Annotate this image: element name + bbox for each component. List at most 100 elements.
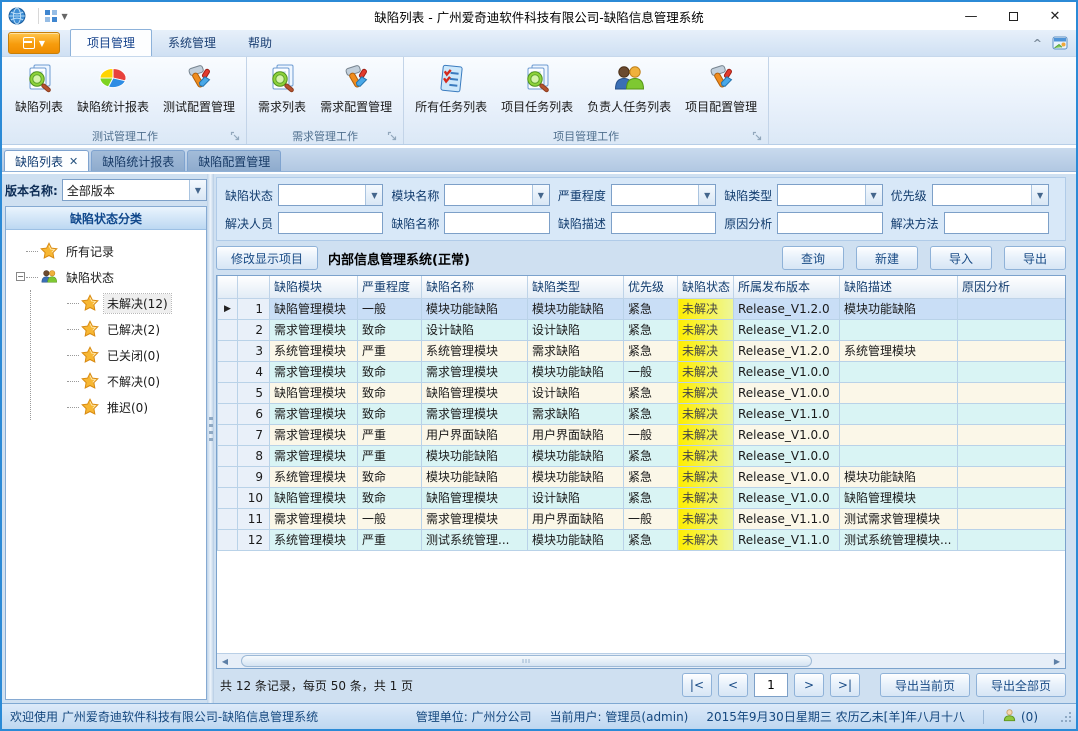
row-selector-cell[interactable] — [218, 487, 238, 508]
cell[interactable]: 未解决 — [678, 487, 734, 508]
cell[interactable]: 模块功能缺陷 — [528, 445, 624, 466]
table-row[interactable]: 5缺陷管理模块致命缺陷管理模块设计缺陷紧急未解决Release_V1.0.0 — [218, 382, 1066, 403]
first-page-button[interactable]: |< — [682, 673, 712, 697]
cell[interactable] — [840, 319, 958, 340]
cell[interactable]: Release_V1.0.0 — [734, 382, 840, 403]
cell[interactable]: 系统管理模块 — [270, 529, 358, 550]
expander-icon[interactable]: − — [16, 272, 25, 281]
modify-columns-button[interactable]: 修改显示项目 — [216, 246, 318, 270]
row-selector-cell[interactable] — [218, 466, 238, 487]
page-number-input[interactable] — [754, 673, 788, 697]
table-row[interactable]: 11需求管理模块一般需求管理模块用户界面缺陷一般未解决Release_V1.1.… — [218, 508, 1066, 529]
ribbon-button-project-config[interactable]: 项目配置管理 — [678, 59, 764, 117]
cell[interactable]: Release_V1.1.0 — [734, 403, 840, 424]
cell[interactable]: 模块功能缺陷 — [840, 298, 958, 319]
ribbon-button-owner-task-list[interactable]: 负责人任务列表 — [580, 59, 678, 117]
row-selector-cell[interactable] — [218, 508, 238, 529]
column-header[interactable]: 严重程度 — [358, 276, 422, 298]
cell[interactable]: 致命 — [358, 382, 422, 403]
cell[interactable]: 模块功能缺陷 — [528, 529, 624, 550]
version-select[interactable]: 全部版本 ▼ — [62, 179, 207, 201]
cell[interactable] — [958, 319, 1066, 340]
filter-solution-input[interactable] — [944, 212, 1049, 234]
cell[interactable]: 未解决 — [678, 298, 734, 319]
filter-severity-select[interactable]: ▼ — [611, 184, 716, 206]
cell[interactable]: 缺陷管理模块 — [422, 487, 528, 508]
cell[interactable] — [840, 403, 958, 424]
column-header[interactable]: 缺陷类型 — [528, 276, 624, 298]
cell[interactable]: 紧急 — [624, 487, 678, 508]
chevron-down-icon[interactable]: ▼ — [189, 180, 206, 200]
tree-item-defect-status[interactable]: −缺陷状态 — [16, 264, 202, 290]
doc-tab-defect-list[interactable]: 缺陷列表✕ — [4, 150, 89, 171]
cell[interactable]: 需求缺陷 — [528, 403, 624, 424]
ribbon-tab-help[interactable]: 帮助 — [232, 30, 288, 56]
cell[interactable]: 一般 — [358, 508, 422, 529]
tree-item-wontfix[interactable]: 不解决(0) — [31, 368, 202, 394]
scroll-left-icon[interactable]: ◀ — [217, 654, 233, 668]
column-header[interactable]: 缺陷状态 — [678, 276, 734, 298]
filter-defect-name-input[interactable] — [444, 212, 549, 234]
cell[interactable] — [958, 445, 1066, 466]
chevron-down-icon[interactable]: ▼ — [1031, 185, 1048, 205]
cell[interactable]: 设计缺陷 — [528, 487, 624, 508]
filter-defect-type-select[interactable]: ▼ — [777, 184, 882, 206]
cell[interactable]: 致命 — [358, 319, 422, 340]
cell[interactable]: 致命 — [358, 487, 422, 508]
current-row-arrow-icon[interactable]: ▶ — [218, 298, 238, 319]
dialog-launcher-icon[interactable] — [752, 131, 763, 142]
close-button[interactable]: ✕ — [1034, 2, 1076, 30]
table-row[interactable]: 12系统管理模块严重测试系统管理...模块功能缺陷紧急未解决Release_V1… — [218, 529, 1066, 550]
table-row[interactable]: 7需求管理模块严重用户界面缺陷用户界面缺陷一般未解决Release_V1.0.0 — [218, 424, 1066, 445]
cell[interactable]: 需求管理模块 — [270, 445, 358, 466]
horizontal-scrollbar[interactable]: ◀ ▶ — [217, 653, 1065, 668]
cell[interactable]: Release_V1.0.0 — [734, 445, 840, 466]
cell[interactable]: 系统管理模块 — [270, 466, 358, 487]
cell[interactable]: Release_V1.0.0 — [734, 424, 840, 445]
cell[interactable]: 缺陷管理模块 — [840, 487, 958, 508]
cell[interactable]: 设计缺陷 — [528, 382, 624, 403]
row-selector-cell[interactable] — [218, 340, 238, 361]
cell[interactable] — [958, 529, 1066, 550]
cell[interactable] — [958, 298, 1066, 319]
ribbon-tab-system-management[interactable]: 系统管理 — [152, 30, 232, 56]
export-all-pages-button[interactable]: 导出全部页 — [976, 673, 1066, 697]
column-header[interactable]: 缺陷模块 — [270, 276, 358, 298]
cell[interactable]: 一般 — [358, 298, 422, 319]
cell[interactable]: Release_V1.1.0 — [734, 508, 840, 529]
ribbon-button-defect-list[interactable]: 缺陷列表 — [8, 59, 70, 117]
cell[interactable]: Release_V1.0.0 — [734, 466, 840, 487]
cell[interactable]: Release_V1.0.0 — [734, 361, 840, 382]
last-page-button[interactable]: >| — [830, 673, 860, 697]
cell[interactable]: 用户界面缺陷 — [528, 508, 624, 529]
ribbon-button-defect-report[interactable]: 缺陷统计报表 — [70, 59, 156, 117]
cell[interactable]: 紧急 — [624, 403, 678, 424]
cell[interactable] — [958, 508, 1066, 529]
cell[interactable] — [958, 403, 1066, 424]
resize-grip[interactable] — [1060, 711, 1072, 723]
cell[interactable]: Release_V1.2.0 — [734, 298, 840, 319]
cell[interactable]: 用户界面缺陷 — [528, 424, 624, 445]
import-button[interactable]: 导入 — [930, 246, 992, 270]
filter-resolver-input[interactable] — [278, 212, 383, 234]
maximize-button[interactable] — [992, 2, 1034, 30]
cell[interactable]: 需求管理模块 — [270, 424, 358, 445]
column-header[interactable]: 原因分析 — [958, 276, 1066, 298]
cell[interactable]: 未解决 — [678, 382, 734, 403]
row-selector-cell[interactable] — [218, 361, 238, 382]
table-row[interactable]: ▶1缺陷管理模块一般模块功能缺陷模块功能缺陷紧急未解决Release_V1.2.… — [218, 298, 1066, 319]
cell[interactable]: 一般 — [624, 424, 678, 445]
cell[interactable]: 需求管理模块 — [270, 403, 358, 424]
cell[interactable]: 模块功能缺陷 — [840, 466, 958, 487]
table-row[interactable]: 2需求管理模块致命设计缺陷设计缺陷紧急未解决Release_V1.2.0 — [218, 319, 1066, 340]
cell[interactable]: 需求管理模块 — [422, 403, 528, 424]
column-header[interactable]: 所属发布版本 — [734, 276, 840, 298]
table-row[interactable]: 6需求管理模块致命需求管理模块需求缺陷紧急未解决Release_V1.1.0 — [218, 403, 1066, 424]
cell[interactable]: 紧急 — [624, 529, 678, 550]
online-users-indicator[interactable]: (0) — [1002, 708, 1038, 726]
about-icon[interactable] — [1052, 35, 1068, 51]
table-row[interactable]: 10缺陷管理模块致命缺陷管理模块设计缺陷紧急未解决Release_V1.0.0缺… — [218, 487, 1066, 508]
cell[interactable]: 致命 — [358, 361, 422, 382]
cell[interactable]: 缺陷管理模块 — [422, 382, 528, 403]
filter-priority-select[interactable]: ▼ — [932, 184, 1049, 206]
